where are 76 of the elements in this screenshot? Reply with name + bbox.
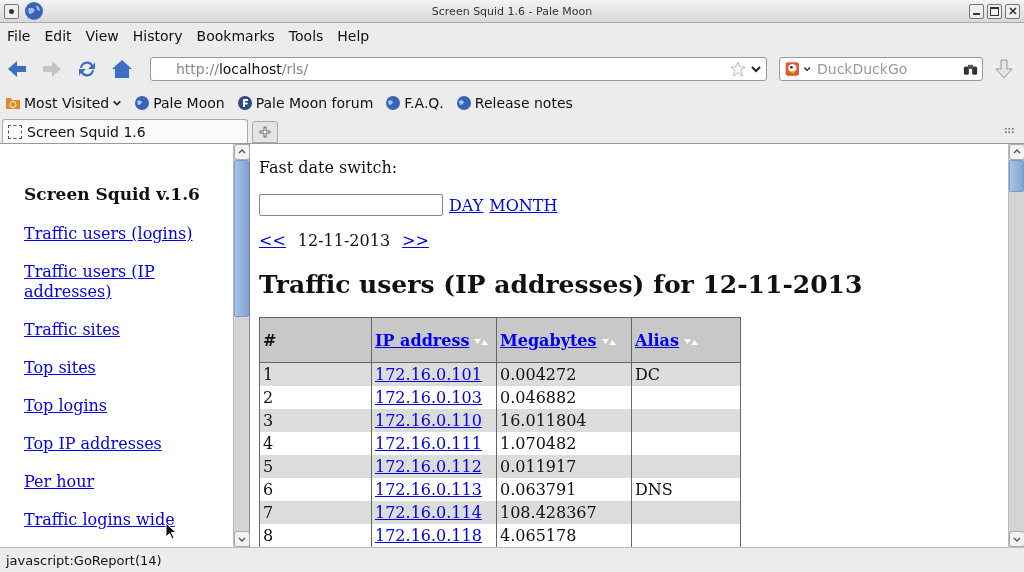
window-title: Screen Squid 1.6 - Pale Moon <box>431 4 593 18</box>
scrollbar-thumb[interactable] <box>1009 160 1024 192</box>
sidebar-link[interactable]: Traffic users (logins) <box>24 224 193 244</box>
scroll-up-icon[interactable] <box>234 144 250 160</box>
bookmark-item[interactable]: Pale Moon forum <box>236 95 374 111</box>
day-link[interactable]: DAY <box>449 195 484 215</box>
previous-link[interactable]: << <box>259 231 286 250</box>
dropdown-caret-icon[interactable] <box>802 64 811 74</box>
current-date: 12-11-2013 <box>297 231 391 250</box>
globe-icon <box>24 1 44 21</box>
page-heading: Traffic users (IP addresses) for 12-11-2013 <box>259 270 864 299</box>
forum-icon <box>236 95 253 111</box>
maximize-button[interactable] <box>987 3 1002 19</box>
scroll-up-icon[interactable] <box>1009 144 1024 160</box>
scroll-down-icon[interactable] <box>234 531 250 547</box>
date-switch-label: Fast date switch: <box>259 158 399 177</box>
table-row-link[interactable]: 172.16.0.118 <box>375 525 482 545</box>
globe-icon <box>134 95 151 111</box>
scrollbar[interactable] <box>1008 144 1024 547</box>
sidebar-link[interactable]: Top IP addresses <box>24 434 162 454</box>
folder-icon <box>5 95 21 111</box>
plus-icon <box>259 126 271 138</box>
window-menu-button[interactable] <box>4 3 19 19</box>
bookmark-item[interactable]: Most Visited <box>5 95 123 111</box>
search-field[interactable]: DuckDuckGo <box>779 57 983 81</box>
menu-item[interactable]: View <box>85 27 119 44</box>
globe-icon <box>385 95 402 111</box>
scrollbar[interactable] <box>233 144 249 547</box>
sidebar-link[interactable]: Per hour <box>24 472 95 492</box>
column-header: # <box>263 330 277 350</box>
minimize-button[interactable] <box>969 3 984 19</box>
next-link[interactable]: >> <box>402 231 429 250</box>
menu-item[interactable]: Help <box>337 27 370 44</box>
sidebar-link[interactable]: Traffic sites <box>24 320 120 340</box>
bookmark-item[interactable]: F.A.Q. <box>385 95 444 111</box>
sidebar-link[interactable]: Traffic logins wide <box>24 510 175 530</box>
scroll-down-icon[interactable] <box>1009 531 1024 547</box>
browser-tab[interactable]: Screen Squid 1.6 <box>2 119 248 143</box>
table-cell: 16.011804 <box>496 409 632 432</box>
home-icon[interactable] <box>111 58 133 80</box>
caret-icon <box>112 98 123 108</box>
table-row-link[interactable]: 172.16.0.113 <box>375 479 482 499</box>
bookmark-item[interactable]: Pale Moon <box>134 95 225 111</box>
bookmark-item[interactable]: Release notes <box>455 95 573 111</box>
table-cell: 3 <box>259 409 372 432</box>
menu-item[interactable]: File <box>7 27 31 44</box>
sidebar-link[interactable]: Top logins <box>24 396 107 416</box>
scrollbar-thumb[interactable] <box>234 160 249 317</box>
table-row-link[interactable]: 172.16.0.103 <box>375 387 482 407</box>
table-cell: 7 <box>259 501 372 524</box>
table-row-link[interactable]: 172.16.0.111 <box>375 433 482 453</box>
table-cell: 1 <box>259 362 372 386</box>
grip-icon <box>1004 127 1014 134</box>
table-cell: 0.011917 <box>496 455 632 478</box>
sidebar-link[interactable]: Traffic users (IP addresses) <box>24 262 194 302</box>
table-cell: 0.004272 <box>496 362 632 386</box>
sidebar-heading: Screen Squid v.1.6 <box>24 184 200 204</box>
dropdown-caret-icon[interactable] <box>750 63 762 75</box>
globe-icon <box>455 95 472 111</box>
table-cell: DC <box>631 362 741 386</box>
date-field[interactable] <box>259 194 443 216</box>
month-link[interactable]: MONTH <box>489 195 558 215</box>
column-sort-link[interactable]: Alias <box>635 330 679 350</box>
address-field[interactable]: http://localhost/rls/ <box>150 57 767 81</box>
menu-item[interactable]: Bookmarks <box>196 27 275 44</box>
menu-item[interactable]: Tools <box>288 27 324 44</box>
back-icon[interactable] <box>6 58 28 80</box>
close-icon <box>1008 7 1017 15</box>
duck-icon[interactable] <box>784 59 801 79</box>
menu-item[interactable]: History <box>132 27 183 44</box>
close-button[interactable] <box>1005 3 1020 19</box>
table-cell: 5 <box>259 455 372 478</box>
table-cell: 108.428367 <box>496 501 632 524</box>
sidebar-link[interactable]: Top sites <box>24 358 96 378</box>
menu-item[interactable]: Edit <box>44 27 72 44</box>
star-icon[interactable] <box>730 61 746 77</box>
